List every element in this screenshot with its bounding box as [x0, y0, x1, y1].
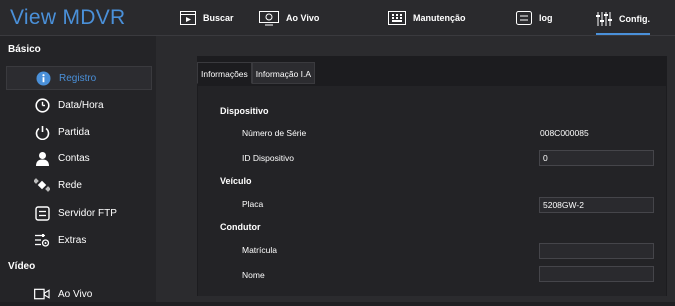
placa-label: Placa — [242, 199, 264, 209]
placa-field[interactable]: 5208GW-2 — [539, 197, 654, 213]
serial-label: Número de Série — [242, 128, 307, 138]
section-basico: Básico — [8, 44, 41, 55]
group-veiculo-title: Veículo — [220, 176, 252, 186]
clock-icon — [34, 97, 50, 113]
video-camera-icon — [34, 286, 50, 302]
sidebar-item-label: Partida — [58, 126, 90, 138]
sidebar-item-label: Extras — [58, 234, 87, 246]
matricula-field[interactable] — [539, 243, 654, 259]
nav-label: Manutenção — [413, 13, 466, 23]
section-video: Vídeo — [8, 261, 36, 272]
group-condutor-title: Condutor — [220, 222, 261, 232]
tab-informacoes[interactable]: Informações — [197, 62, 252, 84]
brand-logo: View MDVR — [10, 6, 126, 29]
sliders-icon — [596, 11, 612, 27]
sidebar-item-label: Rede — [58, 179, 82, 191]
settings-sliders-icon — [34, 232, 50, 248]
sidebar-item-extras[interactable]: Extras — [6, 228, 152, 252]
nav-label: Config. — [619, 14, 650, 24]
info-icon — [35, 70, 51, 86]
keypad-icon — [388, 11, 406, 25]
serial-value: 008C000085 — [540, 128, 589, 138]
sidebar-item-servidor-ftp[interactable]: Servidor FTP — [6, 201, 152, 225]
sidebar-item-data-hora[interactable]: Data/Hora — [6, 93, 152, 117]
nav-ao-vivo[interactable]: Ao Vivo — [259, 6, 319, 30]
nome-label: Nome — [242, 270, 265, 280]
sidebar-item-ao-vivo[interactable]: Ao Vivo — [6, 282, 152, 306]
nav-buscar[interactable]: Buscar — [180, 6, 234, 30]
tab-informacao-ia[interactable]: Informação I.A — [251, 62, 316, 84]
sidebar-item-label: Contas — [58, 152, 90, 164]
satellite-icon — [34, 177, 50, 193]
sidebar-item-partida[interactable]: Partida — [6, 120, 152, 144]
sidebar-item-contas[interactable]: Contas — [6, 146, 152, 170]
sidebar-item-label: Data/Hora — [58, 99, 104, 111]
tab-bar: Informações Informação I.A — [197, 62, 316, 84]
sidebar-item-label: Servidor FTP — [58, 207, 117, 219]
nav-log[interactable]: log — [516, 6, 553, 30]
server-icon — [34, 205, 50, 221]
nav-config[interactable]: Config. — [596, 5, 650, 35]
group-dispositivo-title: Dispositivo — [220, 106, 269, 116]
device-id-label: ID Dispositivo — [242, 153, 294, 163]
top-bar: View MDVR Buscar Ao Vivo Manutenção log … — [0, 0, 675, 36]
matricula-label: Matrícula — [242, 245, 277, 255]
user-icon — [34, 150, 50, 166]
tab-content — [198, 86, 666, 296]
camera-icon — [259, 10, 279, 26]
sidebar-item-registro[interactable]: Registro — [6, 66, 152, 90]
nav-label: log — [539, 13, 553, 23]
list-icon — [516, 11, 532, 25]
nav-label: Ao Vivo — [286, 13, 320, 23]
sidebar-item-label: Ao Vivo — [58, 288, 93, 300]
nome-field[interactable] — [539, 266, 654, 282]
film-play-icon — [180, 11, 196, 25]
sidebar-item-label: Registro — [59, 72, 97, 84]
device-id-field[interactable]: 0 — [539, 150, 654, 166]
sidebar-item-rede[interactable]: Rede — [6, 173, 152, 197]
nav-label: Buscar — [203, 13, 234, 23]
power-icon — [34, 124, 50, 140]
nav-manutencao[interactable]: Manutenção — [388, 6, 466, 30]
